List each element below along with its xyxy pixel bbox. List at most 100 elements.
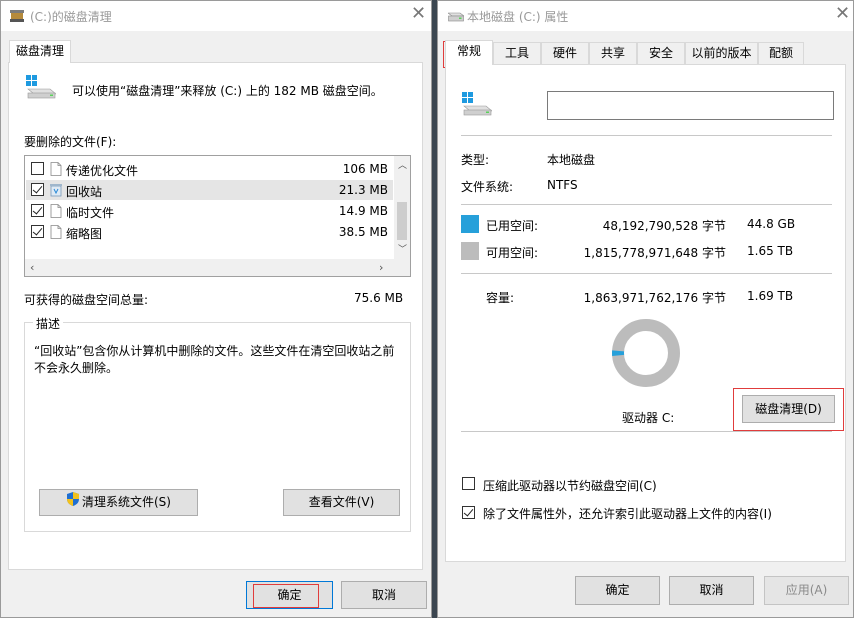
capacity-size: 1.69 TB	[747, 289, 794, 303]
file-name: 缩略图	[66, 227, 103, 241]
cleanup-titlebar[interactable]: (C:)的磁盘清理 ✕	[1, 1, 431, 31]
scroll-down-icon[interactable]: ﹀	[398, 242, 407, 255]
file-checkbox[interactable]	[31, 183, 44, 196]
capacity-bytes: 1,863,971,762,176 字节	[583, 291, 726, 305]
drive-icon	[26, 75, 57, 99]
tab-5[interactable]: 以前的版本	[685, 42, 758, 64]
donut-free-ring	[612, 319, 680, 387]
file-list-item[interactable]: 临时文件 14.9 MB	[26, 201, 393, 221]
clean-system-files-label: 清理系统文件(S)	[82, 495, 171, 509]
divider-3	[461, 273, 832, 274]
file-name: 回收站	[66, 185, 103, 199]
filesystem-label: 文件系统:	[461, 180, 514, 194]
file-icon	[50, 204, 62, 221]
free-space-size: 1.65 TB	[747, 244, 794, 258]
used-space-label: 已用空间:	[486, 219, 539, 233]
props-title: 本地磁盘 (C:) 属性	[467, 10, 569, 24]
file-size: 21.3 MB	[338, 183, 388, 197]
properties-title-icon	[447, 11, 465, 22]
cleanup-cancel-label: 取消	[371, 588, 396, 602]
props-ok-label: 确定	[605, 583, 630, 597]
tab-3[interactable]: 共享	[589, 42, 637, 64]
scroll-right-icon[interactable]: ›	[379, 261, 383, 274]
recycle-bin-icon	[50, 183, 62, 200]
free-space-swatch	[461, 242, 479, 260]
files-to-delete-label: 要删除的文件(F):	[24, 135, 117, 149]
file-checkbox[interactable]	[31, 162, 44, 175]
free-space-label: 可用空间:	[486, 246, 539, 260]
cleanup-title-icon	[10, 10, 24, 22]
drive-label: 驱动器 C:	[622, 411, 675, 425]
tab-label: 以前的版本	[691, 46, 752, 60]
files-list[interactable]: 传递优化文件 106 MB 回收站 21.3 MB 临时文件 14.9 MB 缩略图 38.5…	[24, 155, 411, 277]
tab-0[interactable]: 常规	[445, 40, 493, 65]
drive-icon	[462, 92, 493, 116]
tab-disk-cleanup[interactable]: 磁盘清理	[9, 40, 71, 63]
props-apply-button[interactable]: 应用(A)	[764, 576, 849, 605]
free-space-bytes: 1,815,778,971,648 字节	[583, 246, 726, 260]
file-list-item[interactable]: 传递优化文件 106 MB	[26, 159, 393, 179]
cleanup-title: (C:)的磁盘清理	[30, 10, 112, 24]
scroll-left-icon[interactable]: ‹	[30, 261, 34, 274]
cleanup-close-icon[interactable]: ✕	[411, 5, 426, 23]
capacity-label: 容量:	[486, 291, 515, 305]
cleanup-intro: 可以使用“磁盘清理”来释放 (C:) 上的 182 MB 磁盘空间。	[72, 84, 383, 98]
files-hscrollbar[interactable]: ‹ ›	[25, 259, 410, 276]
description-group: 描述 “回收站”包含你从计算机中删除的文件。这些文件在清空回收站之前 不会永久删…	[24, 315, 411, 532]
used-space-swatch	[461, 215, 479, 233]
description-text-line2: 不会永久删除。	[34, 361, 119, 375]
divider-2	[461, 204, 832, 205]
file-checkbox[interactable]	[31, 204, 44, 217]
props-ok-button[interactable]: 确定	[575, 576, 660, 605]
tab-disk-cleanup-label: 磁盘清理	[15, 44, 64, 58]
clean-system-files-button[interactable]: 清理系统文件(S)	[39, 489, 198, 516]
drive-properties-window: 本地磁盘 (C:) 属性 ✕ 常规 工具 硬件 共享 安全 以前的版本 配额 类型: 本地磁…	[437, 0, 854, 618]
props-cancel-label: 取消	[699, 583, 724, 597]
files-vscrollbar[interactable]: ︿ ﹀	[394, 156, 410, 259]
filesystem-value: NTFS	[547, 178, 578, 192]
file-list-item[interactable]: 回收站 21.3 MB	[26, 180, 393, 200]
cleanup-tab-panel: 可以使用“磁盘清理”来释放 (C:) 上的 182 MB 磁盘空间。 要删除的文…	[8, 62, 423, 570]
tab-6[interactable]: 配额	[758, 42, 804, 64]
scroll-up-icon[interactable]: ︿	[398, 158, 407, 171]
scroll-thumb-vertical[interactable]	[397, 202, 407, 240]
file-size: 106 MB	[342, 162, 388, 176]
file-size: 14.9 MB	[338, 204, 388, 218]
props-apply-label: 应用(A)	[785, 583, 828, 597]
tab-label: 共享	[600, 46, 625, 60]
file-name: 临时文件	[66, 206, 115, 220]
file-checkbox[interactable]	[31, 225, 44, 238]
cleanup-button-highlight-box	[733, 388, 844, 431]
tab-label: 配额	[768, 46, 793, 60]
file-list-item[interactable]: 缩略图 38.5 MB	[26, 222, 393, 242]
tab-label: 常规	[456, 44, 481, 58]
drive-name-input[interactable]	[547, 91, 834, 120]
tab-1[interactable]: 工具	[493, 42, 541, 64]
index-checkbox[interactable]	[462, 506, 475, 519]
used-space-bytes: 48,192,790,528 字节	[602, 219, 726, 233]
description-text-line1: “回收站”包含你从计算机中删除的文件。这些文件在清空回收站之前	[34, 344, 395, 358]
shield-icon	[66, 490, 80, 515]
props-cancel-button[interactable]: 取消	[669, 576, 754, 605]
view-files-label: 查看文件(V)	[308, 495, 375, 509]
cleanup-cancel-button[interactable]: 取消	[341, 581, 427, 609]
usage-donut-chart	[612, 319, 680, 387]
props-close-icon[interactable]: ✕	[835, 5, 850, 23]
description-legend: 描述	[33, 315, 64, 332]
divider-4	[461, 431, 832, 432]
file-size: 38.5 MB	[338, 225, 388, 239]
tab-4[interactable]: 安全	[637, 42, 685, 64]
view-files-button[interactable]: 查看文件(V)	[283, 489, 400, 516]
compress-label: 压缩此驱动器以节约磁盘空间(C)	[483, 479, 657, 493]
props-titlebar[interactable]: 本地磁盘 (C:) 属性 ✕	[438, 1, 853, 31]
file-icon	[50, 225, 62, 242]
total-space-label: 可获得的磁盘空间总量:	[24, 293, 149, 307]
used-space-size: 44.8 GB	[747, 217, 796, 231]
divider-1	[461, 135, 832, 136]
disk-cleanup-window: (C:)的磁盘清理 ✕ 磁盘清理 可以使用“磁盘清理”来释放 (C:) 上的 1…	[0, 0, 432, 618]
total-space-value: 75.6 MB	[354, 291, 404, 305]
tab-label: 安全	[648, 46, 673, 60]
tab-2[interactable]: 硬件	[541, 42, 589, 64]
compress-checkbox[interactable]	[462, 477, 475, 490]
index-label: 除了文件属性外，还允许索引此驱动器上文件的内容(I)	[483, 507, 772, 521]
